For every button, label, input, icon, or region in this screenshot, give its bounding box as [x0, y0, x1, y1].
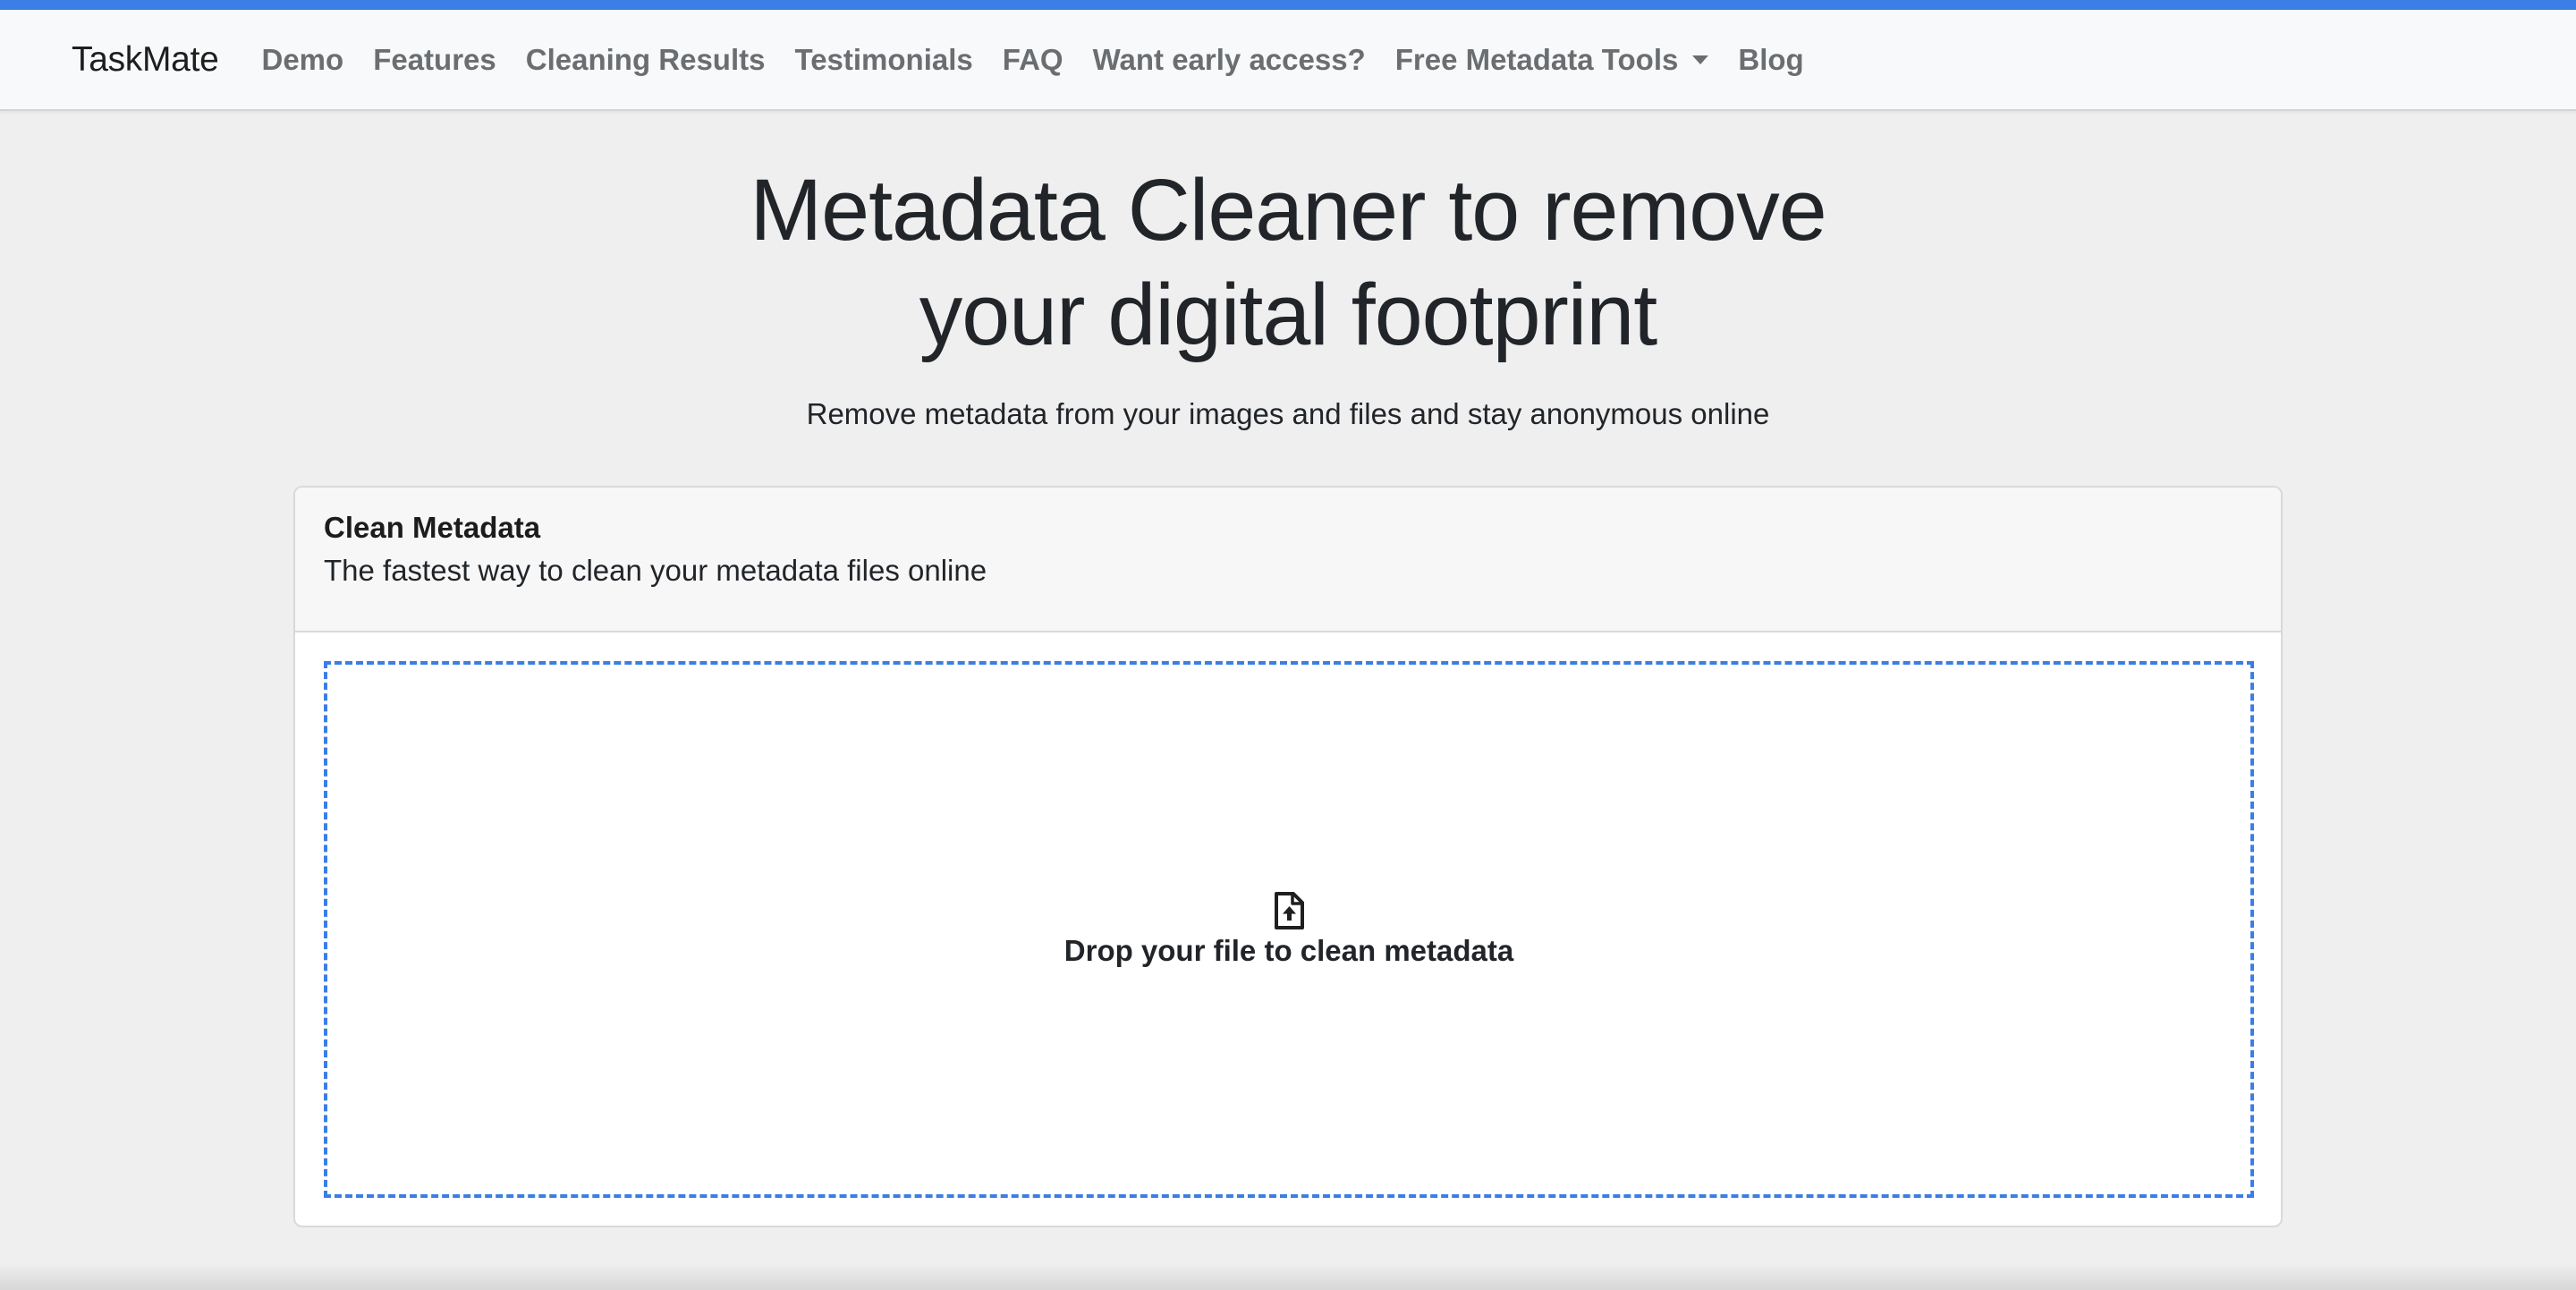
nav-item-testimonials[interactable]: Testimonials: [794, 43, 972, 77]
hero-title: Metadata Cleaner to remove your digital …: [0, 157, 2576, 367]
top-accent-bar: [0, 0, 2576, 10]
nav-item-blog[interactable]: Blog: [1738, 43, 1803, 77]
hero-title-line-1: Metadata Cleaner to remove: [750, 161, 1826, 259]
hero-title-line-2: your digital footprint: [919, 266, 1658, 363]
clean-metadata-card: Clean Metadata The fastest way to clean …: [293, 486, 2283, 1227]
bottom-shadow: [0, 1263, 2576, 1290]
navbar: TaskMate Demo Features Cleaning Results …: [0, 10, 2576, 111]
nav-item-features[interactable]: Features: [373, 43, 496, 77]
nav-item-free-metadata-tools-label: Free Metadata Tools: [1394, 42, 1679, 76]
nav-item-early-access[interactable]: Want early access?: [1093, 43, 1366, 77]
file-dropzone[interactable]: Drop your file to clean metadata: [324, 661, 2254, 1198]
nav-item-cleaning-results[interactable]: Cleaning Results: [526, 43, 766, 77]
brand-logo[interactable]: TaskMate: [72, 40, 219, 80]
card-title: Clean Metadata: [324, 511, 541, 544]
caret-down-icon: [1692, 55, 1709, 64]
card-header: Clean Metadata The fastest way to clean …: [295, 488, 2281, 632]
hero-subtitle: Remove metadata from your images and fil…: [806, 397, 1770, 430]
nav-item-free-metadata-tools[interactable]: Free Metadata Tools: [1395, 43, 1709, 77]
file-upload-icon: [1275, 892, 1304, 929]
nav-item-faq[interactable]: FAQ: [1003, 43, 1063, 77]
card-subtitle: The fastest way to clean your metadata f…: [324, 554, 987, 587]
dropzone-text: Drop your file to clean metadata: [1063, 934, 1514, 967]
nav-item-demo[interactable]: Demo: [262, 43, 344, 77]
nav-list: Demo Features Cleaning Results Testimoni…: [262, 43, 1834, 77]
